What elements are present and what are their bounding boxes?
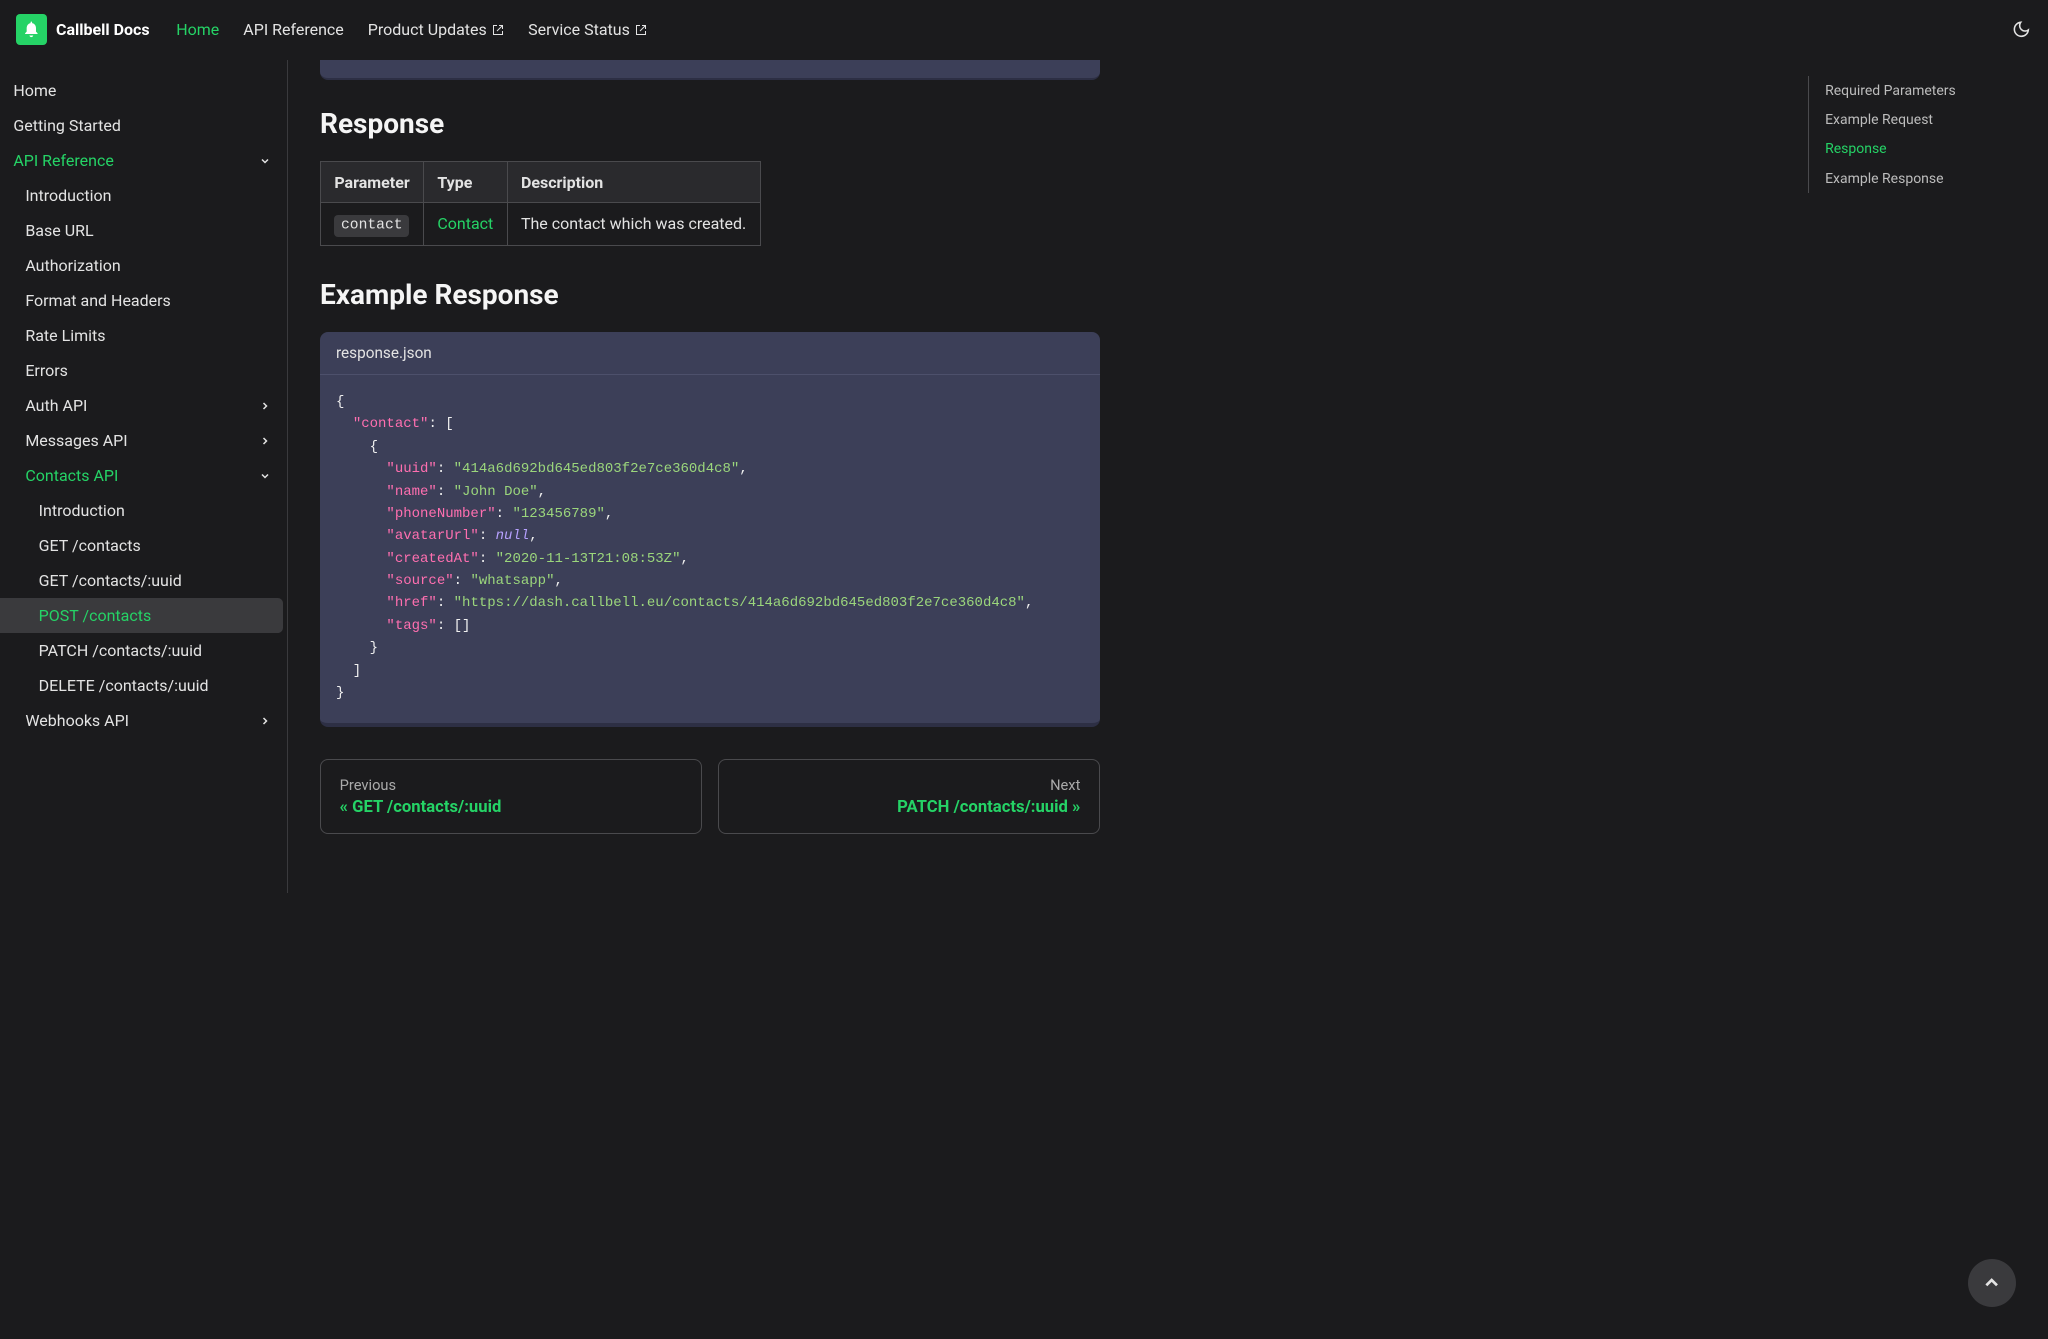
sidebar-item-contacts-api[interactable]: Contacts API [0, 458, 287, 493]
code-block-response: response.json { "contact": [ { "uuid": "… [320, 332, 1100, 727]
chevron-down-icon [259, 470, 271, 482]
chevron-right-icon [259, 400, 271, 412]
th-parameter: Parameter [321, 161, 424, 202]
sidebar-item-home[interactable]: Home [0, 73, 287, 108]
toc-example-request[interactable]: Example Request [1825, 105, 2032, 134]
external-link-icon [492, 24, 504, 36]
pager-next[interactable]: Next PATCH /contacts/:uuid » [718, 759, 1100, 834]
chevron-right-icon [259, 715, 271, 727]
sidebar-item-messages-api[interactable]: Messages API [0, 423, 287, 458]
table-row: contact Contact The contact which was cr… [321, 203, 761, 245]
heading-example-response: Example Response [320, 278, 1776, 311]
scroll-to-top-button[interactable] [1968, 1259, 2016, 1307]
nav-home[interactable]: Home [176, 20, 219, 39]
toc-example-response[interactable]: Example Response [1825, 164, 2032, 193]
sidebar-item-get-contact-uuid[interactable]: GET /contacts/:uuid [0, 563, 287, 598]
code-block-tail [320, 60, 1100, 80]
sidebar-item-get-contacts[interactable]: GET /contacts [0, 528, 287, 563]
sidebar-item-errors[interactable]: Errors [0, 353, 287, 388]
moon-icon [2012, 20, 2031, 39]
toc-required-parameters[interactable]: Required Parameters [1825, 76, 2032, 105]
pager-next-label: Next [738, 776, 1081, 794]
response-table: Parameter Type Description contact Conta… [320, 161, 761, 246]
pager-prev-title: « GET /contacts/:uuid [340, 798, 683, 817]
theme-toggle[interactable] [2011, 19, 2032, 40]
table-of-contents: Required Parameters Example Request Resp… [1808, 60, 2048, 893]
sidebar-item-delete-contact-uuid[interactable]: DELETE /contacts/:uuid [0, 668, 287, 703]
nav-api-reference[interactable]: API Reference [243, 20, 344, 39]
th-description: Description [507, 161, 760, 202]
code-filename: response.json [320, 332, 1100, 375]
heading-response: Response [320, 107, 1776, 140]
sidebar-item-patch-contact-uuid[interactable]: PATCH /contacts/:uuid [0, 633, 287, 668]
pagination: Previous « GET /contacts/:uuid Next PATC… [320, 759, 1100, 834]
chevron-down-icon [259, 155, 271, 167]
type-link[interactable]: Contact [437, 214, 493, 233]
toc-response[interactable]: Response [1825, 135, 2032, 164]
param-code: contact [334, 215, 409, 236]
sidebar-item-authorization[interactable]: Authorization [0, 248, 287, 283]
external-link-icon [635, 24, 647, 36]
bell-icon [22, 20, 41, 39]
sidebar-item-rate-limits[interactable]: Rate Limits [0, 318, 287, 353]
nav-service-status[interactable]: Service Status [528, 20, 647, 39]
sidebar-item-auth-api[interactable]: Auth API [0, 388, 287, 423]
chevron-right-icon [259, 435, 271, 447]
th-type: Type [424, 161, 508, 202]
pager-prev-label: Previous [340, 776, 683, 794]
sidebar-item-base-url[interactable]: Base URL [0, 213, 287, 248]
sidebar-item-api-reference[interactable]: API Reference [0, 143, 287, 178]
logo[interactable] [16, 14, 47, 45]
header: Callbell Docs Home API Reference Product… [0, 0, 2048, 60]
sidebar-item-post-contacts[interactable]: POST /contacts [0, 598, 283, 633]
nav-product-updates[interactable]: Product Updates [368, 20, 504, 39]
sidebar-item-format-headers[interactable]: Format and Headers [0, 283, 287, 318]
brand-title[interactable]: Callbell Docs [56, 20, 150, 39]
sidebar-item-introduction[interactable]: Introduction [0, 178, 287, 213]
code-body: { "contact": [ { "uuid": "414a6d692bd645… [320, 375, 1100, 723]
sidebar-item-contacts-intro[interactable]: Introduction [0, 493, 287, 528]
main-content: Response Parameter Type Description cont… [288, 60, 1808, 893]
sidebar-item-webhooks-api[interactable]: Webhooks API [0, 703, 287, 738]
chevron-up-icon [1981, 1272, 2002, 1293]
param-desc: The contact which was created. [507, 203, 760, 245]
sidebar: Home Getting Started API Reference Intro… [0, 60, 288, 893]
sidebar-item-getting-started[interactable]: Getting Started [0, 108, 287, 143]
pager-next-title: PATCH /contacts/:uuid » [738, 798, 1081, 817]
pager-prev[interactable]: Previous « GET /contacts/:uuid [320, 759, 702, 834]
